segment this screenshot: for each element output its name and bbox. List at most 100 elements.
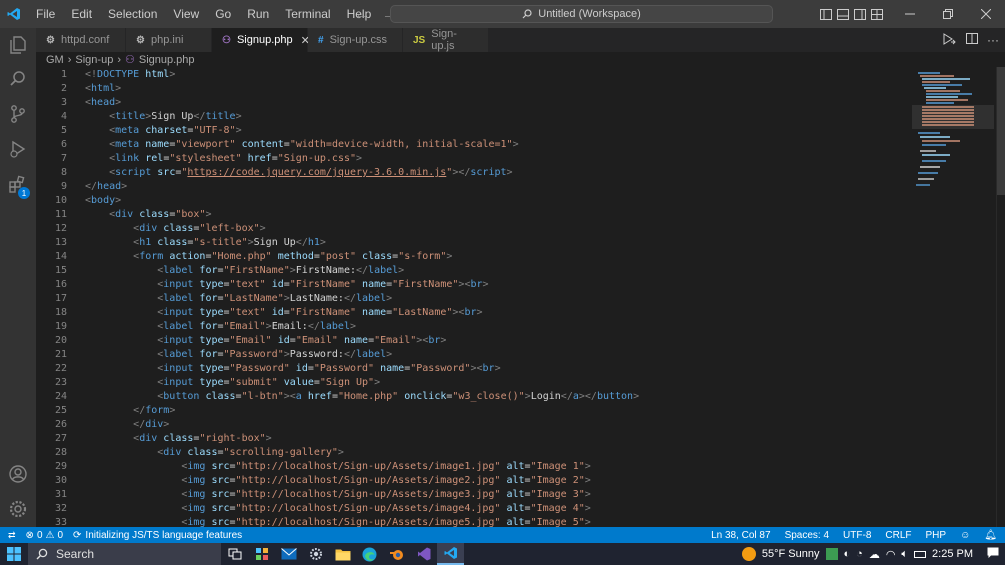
code-line[interactable]: 14 <form action="Home.php" method="post"… — [36, 250, 906, 264]
code-line[interactable]: 25 </form> — [36, 404, 906, 418]
menu-selection[interactable]: Selection — [100, 0, 165, 28]
menu-file[interactable]: File — [28, 0, 63, 28]
visual-studio-icon[interactable] — [410, 543, 437, 565]
menu-edit[interactable]: Edit — [63, 0, 100, 28]
vertical-scrollbar[interactable] — [996, 67, 1005, 527]
onedrive-icon[interactable]: ☁ — [869, 548, 880, 561]
code-line[interactable]: 7 <link rel="stylesheet" href="Sign-up.c… — [36, 152, 906, 166]
encoding[interactable]: UTF-8 — [843, 530, 871, 541]
code-line[interactable]: 29 <img src="http://localhost/Sign-up/As… — [36, 460, 906, 474]
menu-view[interactable]: View — [165, 0, 207, 28]
code-line[interactable]: 23 <input type="submit" value="Sign Up"> — [36, 376, 906, 390]
tray-app-icon[interactable] — [825, 548, 838, 560]
blender-icon[interactable] — [383, 543, 410, 565]
weather-text[interactable]: 55°F Sunny — [762, 548, 820, 560]
notification-center-icon[interactable] — [987, 547, 999, 562]
weather-sun-icon[interactable] — [741, 547, 756, 561]
code-line[interactable]: 5 <meta charset="UTF-8"> — [36, 124, 906, 138]
menu-go[interactable]: Go — [207, 0, 239, 28]
volume-icon[interactable]: 🔈︎ — [901, 548, 908, 561]
minimap[interactable] — [910, 67, 994, 527]
vscode-taskbar-icon[interactable] — [437, 543, 464, 565]
code-line[interactable]: 31 <img src="http://localhost/Sign-up/As… — [36, 488, 906, 502]
code-line[interactable]: 19 <label for="Email">Email:</label> — [36, 320, 906, 334]
source-control-icon[interactable] — [0, 97, 36, 131]
file-explorer-icon[interactable] — [329, 543, 356, 565]
explorer-icon[interactable] — [0, 28, 36, 62]
search-icon[interactable] — [0, 62, 36, 96]
back-arrow-icon[interactable]: ← — [354, 6, 368, 22]
battery-icon[interactable] — [914, 550, 927, 558]
breadcrumb-file[interactable]: Signup.php — [139, 54, 195, 66]
toggle-secondary-sidebar-icon[interactable] — [852, 0, 868, 28]
windows-start-icon[interactable] — [0, 543, 28, 565]
tab-sign-up-js[interactable]: JS Sign-up.js — [403, 28, 489, 52]
indentation[interactable]: Spaces: 4 — [785, 530, 829, 541]
settings-gear-icon[interactable] — [0, 492, 36, 526]
code-line[interactable]: 13 <h1 class="s-title">Sign Up</h1> — [36, 236, 906, 250]
cursor-position[interactable]: Ln 38, Col 87 — [711, 530, 771, 541]
code-line[interactable]: 2 <html> — [36, 82, 906, 96]
scrollbar-thumb[interactable] — [997, 67, 1005, 195]
code-line[interactable]: 20 <input type="Email" id="Email" name="… — [36, 334, 906, 348]
code-line[interactable]: 17 <label for="LastName">LastName:</labe… — [36, 292, 906, 306]
notifications-bell-icon[interactable]: 🔔︎ — [984, 530, 997, 541]
breadcrumb-root[interactable]: GM — [46, 54, 64, 66]
minimize-button[interactable] — [891, 0, 929, 28]
remote-indicator-icon[interactable]: ⇄ — [8, 530, 16, 541]
language-mode[interactable]: PHP — [926, 530, 947, 541]
settings-gear-icon[interactable] — [302, 543, 329, 565]
chat-icon[interactable]: ◔ — [856, 548, 863, 560]
taskbar-search[interactable]: Search — [28, 543, 221, 565]
breadcrumb-folder[interactable]: Sign-up — [75, 54, 113, 66]
code-line[interactable]: 33 <img src="http://localhost/Sign-up/As… — [36, 516, 906, 527]
network-icon[interactable]: ◐ — [844, 548, 851, 560]
problems-indicator[interactable]: ⊗ 0 ⚠ 0 — [26, 530, 63, 541]
code-line[interactable]: 18 <input type="text" id="FirstName" nam… — [36, 306, 906, 320]
end-of-line[interactable]: CRLF — [885, 530, 911, 541]
menu-run[interactable]: Run — [239, 0, 277, 28]
extensions-icon[interactable]: 1 — [0, 168, 36, 202]
tab-httpd-conf[interactable]: ⚙ httpd.conf — [36, 28, 126, 52]
code-line[interactable]: 4 <title>Sign Up</title> — [36, 110, 906, 124]
code-line[interactable]: 9 </head> — [36, 180, 906, 194]
code-line[interactable]: 15 <label for="FirstName">FirstName:</la… — [36, 264, 906, 278]
widgets-icon[interactable] — [248, 543, 275, 565]
code-line[interactable]: 26 </div> — [36, 418, 906, 432]
code-line[interactable]: 12 <div class="left-box"> — [36, 222, 906, 236]
accounts-icon[interactable] — [0, 457, 36, 491]
code-line[interactable]: 6 <meta name="viewport" content="width=d… — [36, 138, 906, 152]
code-line[interactable]: 24 <button class="l-btn"><a href="Home.p… — [36, 390, 906, 404]
tab-sign-up-css[interactable]: # Sign-up.css — [308, 28, 403, 52]
clock[interactable]: 2:25 PM — [932, 548, 973, 560]
run-debug-icon[interactable] — [0, 132, 36, 166]
code-line[interactable]: 8 <script src="https://code.jquery.com/j… — [36, 166, 906, 180]
code-line[interactable]: 28 <div class="scrolling-gallery"> — [36, 446, 906, 460]
menu-terminal[interactable]: Terminal — [277, 0, 338, 28]
code-line[interactable]: 27 <div class="right-box"> — [36, 432, 906, 446]
code-line[interactable]: 3 <head> — [36, 96, 906, 110]
code-line[interactable]: 1 <!DOCTYPE html> — [36, 68, 906, 82]
code-line[interactable]: 22 <input type="Password" id="Password" … — [36, 362, 906, 376]
split-editor-icon[interactable] — [966, 33, 978, 47]
close-button[interactable] — [967, 0, 1005, 28]
more-actions-icon[interactable]: ··· — [987, 33, 999, 47]
mail-icon[interactable] — [275, 543, 302, 565]
code-line[interactable]: 16 <input type="text" id="FirstName" nam… — [36, 278, 906, 292]
wifi-icon[interactable]: ◠ — [886, 548, 896, 561]
code-editor[interactable]: 1 <!DOCTYPE html> 2 <html> 3 <head> 4 <title>S… — [36, 67, 1005, 527]
command-center[interactable]: Untitled (Workspace) — [390, 5, 773, 23]
code-line[interactable]: 11 <div class="box"> — [36, 208, 906, 222]
code-line[interactable]: 21 <label for="Password">Password:</labe… — [36, 348, 906, 362]
toggle-panel-icon[interactable] — [835, 0, 851, 28]
code-line[interactable]: 32 <img src="http://localhost/Sign-up/As… — [36, 502, 906, 516]
code-line[interactable]: 10 <body> — [36, 194, 906, 208]
run-file-icon[interactable] — [943, 32, 957, 48]
task-view-icon[interactable] — [221, 543, 248, 565]
tab-php-ini[interactable]: ⚙ php.ini — [126, 28, 212, 52]
restore-button[interactable] — [929, 0, 967, 28]
customize-layout-icon[interactable] — [869, 0, 885, 28]
code-line[interactable]: 30 <img src="http://localhost/Sign-up/As… — [36, 474, 906, 488]
edge-browser-icon[interactable] — [356, 543, 383, 565]
tab-signup-php[interactable]: ⚇ Signup.php ✕ — [212, 28, 310, 52]
